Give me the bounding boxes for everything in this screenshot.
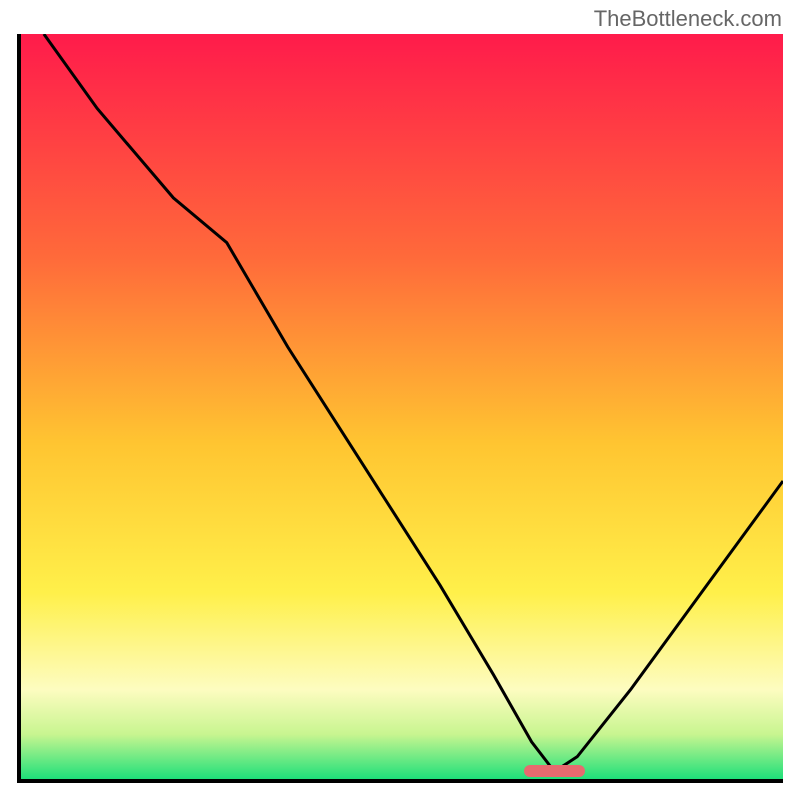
watermark-text: TheBottleneck.com xyxy=(594,6,782,32)
optimum-marker xyxy=(524,765,585,777)
plot-inner xyxy=(21,34,783,779)
bottleneck-curve xyxy=(21,34,783,779)
plot-area xyxy=(17,34,783,783)
